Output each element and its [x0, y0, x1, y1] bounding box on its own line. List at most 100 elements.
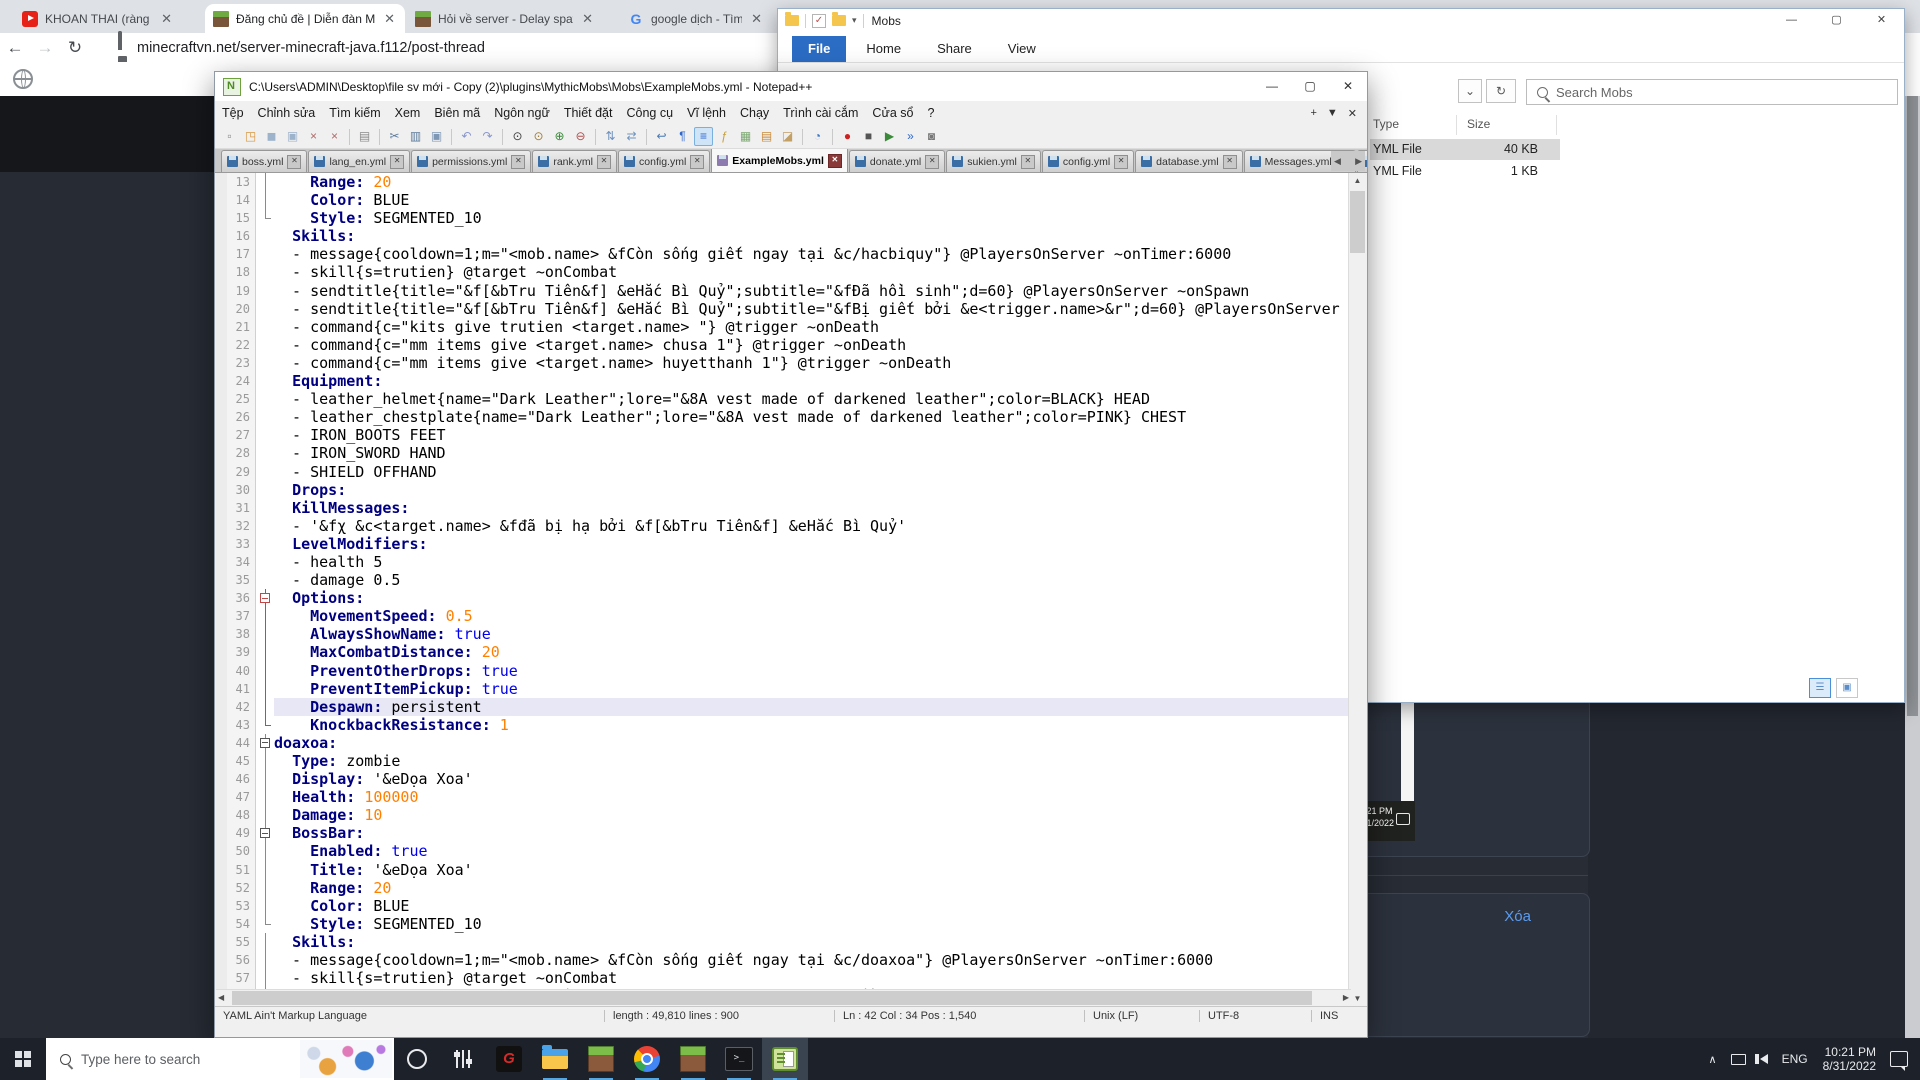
code-line-40[interactable]: 40 PreventOtherDrops: true: [216, 662, 1351, 680]
code-line-36[interactable]: 36 Options:: [216, 589, 1351, 607]
show-all-characters-icon[interactable]: ¶: [673, 127, 692, 146]
code-line-42[interactable]: 42 Despawn: persistent: [216, 698, 1351, 716]
explorer-title-bar[interactable]: ✓ ▾ Mobs — ▢ ✕: [778, 9, 1904, 32]
globe-icon[interactable]: [13, 69, 33, 89]
fold-collapse-icon[interactable]: [260, 738, 270, 748]
zoom-in-icon[interactable]: ⊕: [550, 127, 569, 146]
browser-scrollbar-thumb[interactable]: [1907, 96, 1918, 716]
tab-scroll-arrows[interactable]: ◀ ▶: [1331, 151, 1365, 171]
file-tab-database.yml[interactable]: database.yml✕: [1135, 150, 1242, 172]
thumbnail-view-button[interactable]: ▣: [1836, 678, 1858, 698]
file-tab-config.yml[interactable]: config.yml✕: [1042, 150, 1134, 172]
code-line-19[interactable]: 19 - sendtitle{title="&f[&bTru Tiên&f] &…: [216, 282, 1351, 300]
code-line-57[interactable]: 57 - skill{s=trutien} @target ~onCombat: [216, 969, 1351, 987]
print-icon[interactable]: ▤: [355, 127, 374, 146]
file-tab-close-icon[interactable]: ✕: [1223, 155, 1237, 169]
save-all-icon[interactable]: ▣: [283, 127, 302, 146]
forward-icon[interactable]: →: [30, 38, 60, 58]
code-line-13[interactable]: 13 Range: 20: [216, 173, 1351, 191]
code-line-55[interactable]: 55 Skills:: [216, 933, 1351, 951]
notepad-maximize-button[interactable]: ▢: [1291, 72, 1329, 101]
copy-icon[interactable]: ▥: [406, 127, 425, 146]
code-line-28[interactable]: 28 - IRON_SWORD HAND: [216, 444, 1351, 462]
macro-run-multiple-icon[interactable]: »: [901, 127, 920, 146]
file-tab-rank.yml[interactable]: rank.yml✕: [532, 150, 617, 172]
address-bar[interactable]: minecraftvn.net/server-minecraft-java.f1…: [137, 40, 485, 56]
browser-tab-3[interactable]: Hỏi về server - Delay spaw✕: [407, 4, 603, 33]
zoom-out-icon[interactable]: ⊖: [571, 127, 590, 146]
code-line-37[interactable]: 37 MovementSpeed: 0.5: [216, 607, 1351, 625]
code-line-22[interactable]: 22 - command{c="mm items give <target.na…: [216, 336, 1351, 354]
browser-tab-1[interactable]: KHOAN THAI (ràng buộc c✕: [14, 4, 182, 33]
code-line-14[interactable]: 14 Color: BLUE: [216, 191, 1351, 209]
editor-vertical-scrollbar[interactable]: ▲ ▼: [1348, 173, 1366, 1007]
file-tab-close-icon[interactable]: ✕: [597, 155, 611, 169]
code-line-23[interactable]: 23 - command{c="mm items give <target.na…: [216, 354, 1351, 372]
code-line-44[interactable]: 44doaxoa:: [216, 734, 1351, 752]
file-row-2[interactable]: YML File1 KB: [1370, 161, 1560, 182]
menu-item-13[interactable]: ?: [920, 106, 941, 120]
code-line-21[interactable]: 21 - command{c="kits give trutien <targe…: [216, 318, 1351, 336]
code-line-52[interactable]: 52 Range: 20: [216, 879, 1351, 897]
editor-horizontal-scrollbar[interactable]: ◀ ▶: [216, 989, 1351, 1006]
code-line-43[interactable]: 43 KnockbackResistance: 1: [216, 716, 1351, 734]
ribbon-tab-view[interactable]: View: [992, 36, 1052, 62]
ribbon-tab-home[interactable]: Home: [850, 36, 917, 62]
code-line-25[interactable]: 25 - leather_helmet{name="Dark Leather";…: [216, 390, 1351, 408]
code-line-27[interactable]: 27 - IRON_BOOTS FEET: [216, 426, 1351, 444]
code-line-47[interactable]: 47 Health: 100000: [216, 788, 1351, 806]
code-line-33[interactable]: 33 LevelModifiers:: [216, 535, 1351, 553]
volume-icon[interactable]: [1753, 1054, 1775, 1064]
code-line-51[interactable]: 51 Title: '&eDọa Xoa': [216, 861, 1351, 879]
file-tab-close-icon[interactable]: ✕: [925, 155, 939, 169]
code-line-30[interactable]: 30 Drops:: [216, 481, 1351, 499]
menu-item-3[interactable]: Tìm kiếm: [322, 106, 387, 120]
save-file-icon[interactable]: ◼: [262, 127, 281, 146]
explorer-minimize-button[interactable]: —: [1769, 9, 1814, 32]
browser-tab-close-icon[interactable]: ✕: [159, 11, 174, 27]
taskbar-app-minecraft-2[interactable]: [670, 1038, 716, 1080]
properties-icon[interactable]: ✓: [812, 14, 826, 28]
ribbon-tab-file[interactable]: File: [792, 36, 846, 62]
column-header-size[interactable]: Size: [1467, 117, 1490, 131]
menu-item-11[interactable]: Trình cài cắm: [776, 106, 865, 120]
macro-save-icon[interactable]: ◙: [922, 127, 941, 146]
code-line-29[interactable]: 29 - SHIELD OFFHAND: [216, 463, 1351, 481]
new-file-icon[interactable]: ▫: [220, 127, 239, 146]
language-indicator[interactable]: ENG: [1775, 1052, 1815, 1066]
undo-icon[interactable]: ↶: [457, 127, 476, 146]
explorer-maximize-button[interactable]: ▢: [1814, 9, 1859, 32]
word-wrap-icon[interactable]: ↩: [652, 127, 671, 146]
fold-collapse-icon[interactable]: [260, 593, 270, 603]
taskbar-app-notepad-plus-plus[interactable]: [762, 1038, 808, 1080]
menu-item-5[interactable]: Biên mã: [427, 106, 487, 120]
code-line-31[interactable]: 31 KillMessages:: [216, 499, 1351, 517]
paste-icon[interactable]: ▣: [427, 127, 446, 146]
menu-item-1[interactable]: Tệp: [215, 106, 251, 120]
back-icon[interactable]: ←: [0, 38, 30, 58]
code-line-41[interactable]: 41 PreventItemPickup: true: [216, 680, 1351, 698]
notepad-title-bar[interactable]: C:\Users\ADMIN\Desktop\file sv mới - Cop…: [215, 72, 1367, 101]
open-file-icon[interactable]: ◳: [241, 127, 260, 146]
code-line-20[interactable]: 20 - sendtitle{title="&f[&bTru Tiên&f] &…: [216, 300, 1351, 318]
document-list-icon[interactable]: ▤: [757, 127, 776, 146]
file-tab-close-icon[interactable]: ✕: [1114, 155, 1128, 169]
code-line-17[interactable]: 17 - message{cooldown=1;m="<mob.name> &f…: [216, 245, 1351, 263]
tab-close-icon[interactable]: ✕: [1348, 107, 1357, 120]
notepad-close-button[interactable]: ✕: [1329, 72, 1367, 101]
monitoring-icon[interactable]: ◔: [808, 127, 827, 146]
browser-tab-close-icon[interactable]: ✕: [382, 11, 397, 27]
tab-list-icon[interactable]: ▼: [1327, 107, 1338, 120]
column-header-type[interactable]: Type: [1373, 117, 1399, 131]
code-line-48[interactable]: 48 Damage: 10: [216, 806, 1351, 824]
folder-as-workspace-icon[interactable]: ◪: [778, 127, 797, 146]
explorer-close-button[interactable]: ✕: [1859, 9, 1904, 32]
taskbar-app-cortana[interactable]: [394, 1038, 440, 1080]
sync-horizontal-icon[interactable]: ⇄: [622, 127, 641, 146]
taskbar-app-chrome[interactable]: [624, 1038, 670, 1080]
taskbar-search-box[interactable]: Type here to search: [46, 1038, 394, 1080]
close-all-icon[interactable]: ×: [325, 127, 344, 146]
code-line-18[interactable]: 18 - skill{s=trutien} @target ~onCombat: [216, 263, 1351, 281]
notepad-minimize-button[interactable]: —: [1253, 72, 1291, 101]
details-view-button[interactable]: ☰: [1809, 678, 1831, 698]
